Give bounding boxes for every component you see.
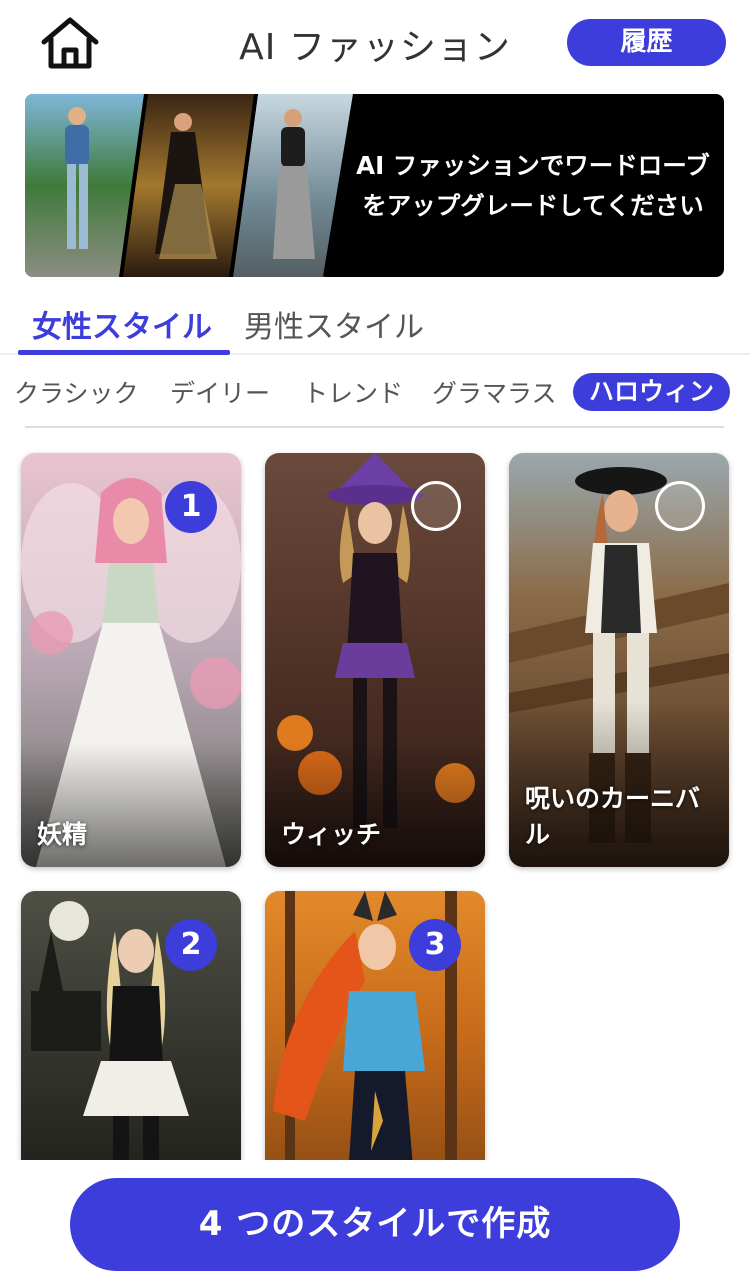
style-label: 呪いのカーニバル [525, 784, 701, 849]
create-styles-button[interactable]: 4 つのスタイルで作成 [70, 1178, 680, 1271]
style-card-cursed-carnival[interactable]: 呪いのカーニバル [509, 453, 729, 867]
selection-order-badge: 3 [409, 919, 461, 971]
selection-order-badge: 2 [165, 919, 217, 971]
chips-divider [25, 426, 724, 428]
gender-tabs: 女性スタイル 男性スタイル [0, 296, 750, 358]
banner-line-1: AI ファッションでワードローブ [356, 151, 710, 180]
tab-women-style[interactable]: 女性スタイル [32, 302, 212, 346]
style-label: ウィッチ [281, 820, 382, 849]
tab-men-style[interactable]: 男性スタイル [244, 302, 424, 346]
style-label: 妖精 [37, 820, 88, 849]
style-card-fairy[interactable]: 1 妖精 [21, 453, 241, 867]
active-tab-indicator [18, 350, 230, 355]
chip-glamorous[interactable]: グラマラス [432, 374, 557, 410]
banner-text: AI ファッションでワードローブ をアップグレードしてください [343, 146, 723, 226]
selection-checkbox[interactable] [655, 481, 705, 531]
history-button[interactable]: 履歴 [567, 19, 726, 66]
style-card-witch[interactable]: ウィッチ [265, 453, 485, 867]
style-card-gothic[interactable]: 2 [21, 891, 241, 1191]
promo-banner[interactable]: AI ファッションでワードローブ をアップグレードしてください [25, 94, 724, 277]
chip-classic[interactable]: クラシック [14, 374, 139, 410]
chip-halloween[interactable]: ハロウィン [573, 373, 731, 411]
app-header: AI ファッション 履歴 [0, 0, 750, 86]
category-chips: クラシック デイリー トレンド グラマラス ハロウィン [0, 370, 750, 416]
selection-order-badge: 1 [165, 481, 217, 533]
chip-trend[interactable]: トレンド [303, 374, 403, 410]
selection-checkbox[interactable] [411, 481, 461, 531]
bottom-action-bar: 4 つのスタイルで作成 [0, 1160, 750, 1283]
banner-line-2: をアップグレードしてください [362, 191, 704, 220]
style-card-fox[interactable]: 3 [265, 891, 485, 1191]
chip-daily[interactable]: デイリー [170, 374, 270, 410]
